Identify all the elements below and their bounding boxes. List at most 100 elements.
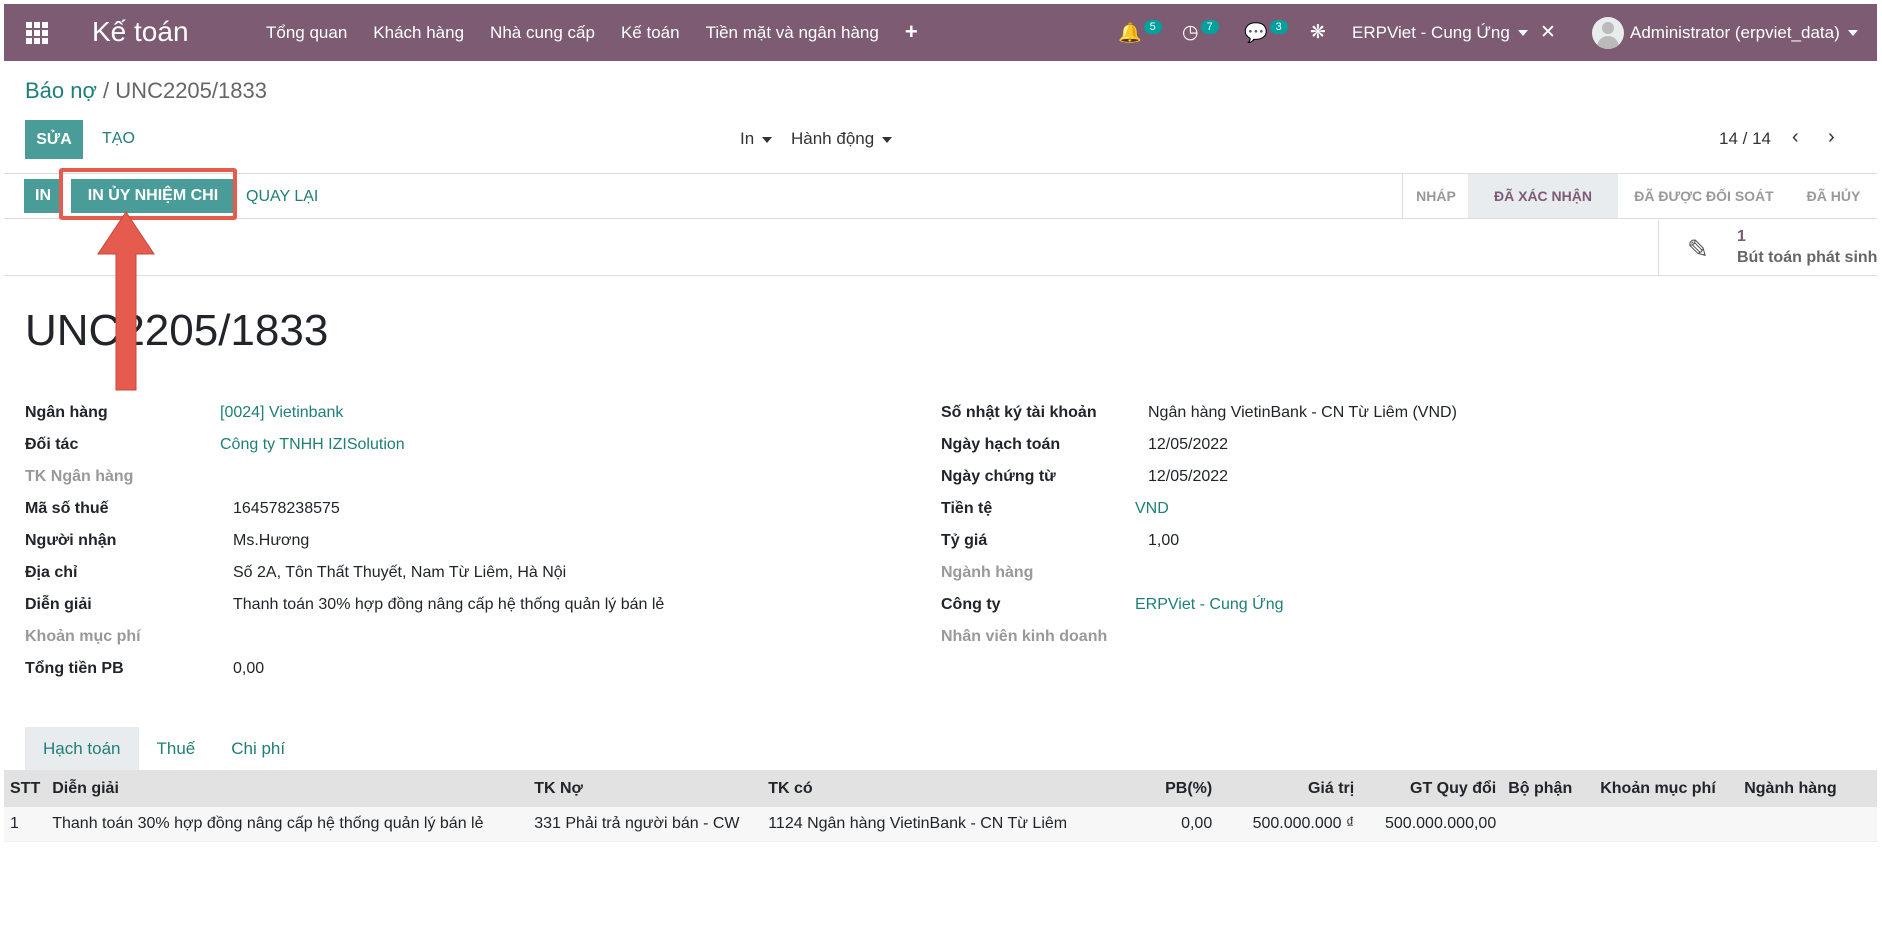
field-value-company[interactable]: ERPViet - Cung Ứng [1135,596,1284,614]
col-converted-amount[interactable]: GT Quy đổi [1360,770,1503,807]
field-value-tax-code: 164578238575 [233,500,340,517]
create-button[interactable]: TẠO [102,130,135,148]
company-switcher[interactable]: ERPViet - Cung Ứng [1352,4,1528,61]
status-bar: IN IN ỦY NHIỆM CHI QUAY LẠI NHÁP ĐÃ XÁC … [4,173,1877,219]
table-row[interactable]: 1 Thanh toán 30% hợp đồng nâng cấp hệ th… [4,807,1877,842]
field-label-company: Công ty [941,596,1001,613]
col-allocation[interactable]: PB(%) [1106,770,1219,807]
menu-add-icon[interactable]: + [905,21,918,43]
top-navbar: Kế toán Tổng quan Khách hàng Nhà cung cấ… [4,4,1877,61]
stage-confirmed[interactable]: ĐÃ XÁC NHẬN [1468,174,1618,218]
menu-item-vendors[interactable]: Nhà cung cấp [490,23,595,43]
company-name: ERPViet - Cung Ứng [1352,22,1510,42]
print-button[interactable]: IN [24,179,62,213]
stage-cancelled[interactable]: ĐÃ HỦY [1790,174,1877,218]
field-label-document-date: Ngày chứng từ [941,468,1056,485]
tools-menu[interactable]: ✕ [1540,4,1556,61]
back-button[interactable]: QUAY LẠI [246,188,318,206]
chat-icon: 💬 [1244,22,1268,44]
tab-accounting-lines[interactable]: Hạch toán [25,727,139,771]
col-amount[interactable]: Giá trị [1218,770,1361,807]
cell-credit-account: 1124 Ngân hàng VietinBank - CN Từ Liêm [762,807,1107,842]
field-value-document-date: 12/05/2022 [1148,468,1229,485]
bell-badge: 5 [1143,19,1162,34]
cell-description: Thanh toán 30% hợp đồng nâng cấp hệ thốn… [46,807,529,842]
menu-item-accounting[interactable]: Kế toán [621,23,680,43]
divider [4,275,1877,276]
field-value-bank[interactable]: [0024] Vietinbank [220,404,343,422]
print-dropdown[interactable]: In [740,129,773,149]
field-label-journal: Số nhật ký tài khoản [941,404,1097,421]
app-brand[interactable]: Kế toán [92,16,189,48]
chevron-down-icon [1517,29,1528,36]
chevron-down-icon [762,136,773,143]
pager-previous-icon[interactable]: ‹ [1792,126,1799,149]
field-label-exchange-rate: Tỷ giá [941,532,988,549]
debug-menu[interactable]: ❋ [1310,4,1326,61]
pager-value[interactable]: 14 / 14 [1719,129,1771,149]
field-value-journal: Ngân hàng VietinBank - CN Từ Liêm (VND) [1148,404,1457,421]
accounting-lines-table: STT Diễn giải TK Nợ TK có PB(%) Giá trị … [4,770,1877,842]
field-value-currency[interactable]: VND [1135,500,1169,518]
chevron-down-icon [1847,29,1858,36]
col-department[interactable]: Bộ phận [1502,770,1595,807]
field-label-accounting-date: Ngày hạch toán [941,436,1061,453]
stage-reconciled[interactable]: ĐÃ ĐƯỢC ĐỐI SOÁT [1618,174,1790,218]
edit-icon: ✎ [1687,234,1709,264]
col-debit-account[interactable]: TK Nợ [528,770,763,807]
breadcrumb: Báo nợ / UNC2205/1833 [25,78,267,104]
journal-entries-smart-button[interactable]: ✎ 1 Bút toán phát sinh [1658,220,1877,276]
cell-converted-amount: 500.000.000,00 [1360,807,1503,842]
bug-icon: ❋ [1310,22,1326,43]
cell-department [1502,807,1595,842]
col-industry[interactable]: Ngành hàng [1738,770,1877,807]
clock-icon: ◷ [1182,22,1199,43]
action-dropdown[interactable]: Hành động [791,129,893,149]
field-label-description: Diễn giải [25,596,92,613]
print-dropdown-label: In [740,129,755,148]
cell-amount: 500.000.000 ₫ [1218,807,1361,842]
breadcrumb-parent[interactable]: Báo nợ [25,78,97,103]
pager-next-icon[interactable]: › [1828,126,1835,149]
stage-draft[interactable]: NHÁP [1402,174,1469,218]
cell-industry [1738,807,1877,842]
cell-stt: 1 [4,807,47,842]
activity-badge: 7 [1200,19,1219,34]
field-label-industry: Ngành hàng [941,564,1034,581]
avatar [1592,16,1624,49]
field-value-accounting-date: 12/05/2022 [1148,436,1229,453]
bell-icon: 🔔 [1118,22,1142,44]
field-value-exchange-rate: 1,00 [1148,532,1180,549]
activity-menu[interactable]: ◷ 7 [1182,4,1219,61]
tab-taxes[interactable]: Thuế [139,727,214,771]
notebook-tabs: Hạch toán Thuế Chi phí [25,727,303,771]
messages-badge: 3 [1269,19,1288,34]
apps-menu-icon[interactable] [26,22,48,44]
action-dropdown-label: Hành động [791,129,875,148]
field-value-total-allocation: 0,00 [233,660,265,677]
field-value-partner[interactable]: Công ty TNHH IZISolution [220,436,405,454]
cell-expense-item [1594,807,1739,842]
col-credit-account[interactable]: TK có [762,770,1107,807]
page-title: UNC2205/1833 [25,306,329,355]
arrow-up-icon [97,211,155,391]
tab-expenses[interactable]: Chi phí [213,727,303,771]
user-name: Administrator (erpviet_data) [1630,22,1840,42]
notification-bell[interactable]: 🔔 5 [1118,4,1162,61]
col-expense-item[interactable]: Khoản mục phí [1594,770,1739,807]
edit-button[interactable]: SỬA [25,120,83,159]
col-description[interactable]: Diễn giải [46,770,529,807]
table-header-row: STT Diễn giải TK Nợ TK có PB(%) Giá trị … [4,770,1877,807]
tools-icon: ✕ [1540,22,1556,43]
main-menu: Tổng quan Khách hàng Nhà cung cấp Kế toá… [266,21,944,43]
menu-item-customers[interactable]: Khách hàng [373,23,464,43]
user-menu[interactable]: Administrator (erpviet_data) [1592,4,1858,61]
field-value-description: Thanh toán 30% hợp đồng nâng cấp hệ thốn… [233,596,665,613]
messages-menu[interactable]: 💬 3 [1244,4,1288,61]
col-stt[interactable]: STT [4,770,47,807]
cell-debit-account: 331 Phải trả người bán - CW [528,807,763,842]
smart-button-label: Bút toán phát sinh [1737,249,1878,266]
menu-item-cash-bank[interactable]: Tiền mặt và ngân hàng [706,23,879,43]
breadcrumb-separator: / [103,78,110,103]
menu-item-overview[interactable]: Tổng quan [266,23,347,43]
